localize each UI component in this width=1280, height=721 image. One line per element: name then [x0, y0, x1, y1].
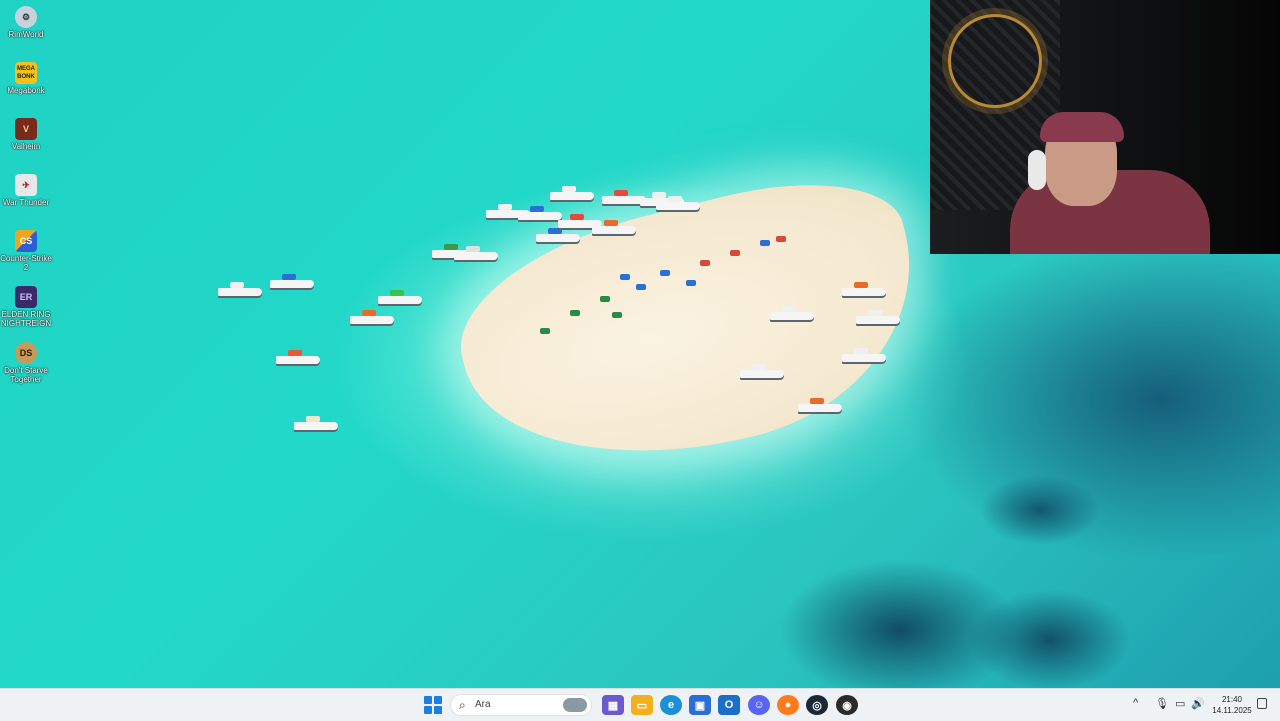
boat — [842, 348, 886, 362]
tapestry-sun-emblem — [948, 14, 1042, 108]
desktop-wallpaper: ⚙ RimWorld MEGA BONK Megabonk V Valheim … — [0, 0, 1280, 688]
edge-icon[interactable]: e — [660, 695, 682, 715]
desktop-icon-label: ELDEN RING NIGHTREIGN — [0, 310, 52, 328]
boat — [842, 282, 886, 296]
outlook-icon[interactable]: O — [718, 695, 740, 715]
desktop-icon-elden-ring-nightreign[interactable]: ER ELDEN RING NIGHTREIGN — [0, 286, 52, 328]
microphone-icon[interactable]: 🎙 — [1155, 697, 1169, 710]
boat — [856, 310, 900, 324]
beach-tent — [776, 236, 786, 242]
beach-tent — [760, 240, 770, 246]
network-icon[interactable]: ▭ — [1175, 697, 1185, 710]
clock-date: 14.11.2025 — [1212, 706, 1252, 715]
desktop-icon-valheim[interactable]: V Valheim — [0, 118, 52, 151]
beach-tent — [540, 328, 550, 334]
boat — [378, 290, 422, 304]
windows-start-icon[interactable] — [424, 696, 442, 714]
headphones — [1028, 150, 1046, 190]
taskbar: ⌕ Ara ▦ ▭ e ▣ O ☺ ● ◎ ◉ ^ 🎙 ▭ 🔊 21:40 14… — [0, 688, 1280, 721]
boat — [270, 274, 314, 288]
boat — [798, 398, 842, 412]
news-widget-icon[interactable]: ▦ — [602, 695, 624, 715]
webcam-overlay — [930, 0, 1280, 254]
desktop-icon-label: Don't Starve Together — [4, 366, 48, 384]
beach-tent — [636, 284, 646, 290]
boat — [276, 350, 320, 364]
beach-tent — [660, 270, 670, 276]
boat — [454, 246, 498, 260]
megabonk-icon: MEGA BONK — [15, 62, 37, 84]
rimworld-icon: ⚙ — [15, 6, 37, 28]
clock-time: 21:40 — [1221, 695, 1243, 704]
boat — [656, 196, 700, 210]
boat — [294, 416, 338, 430]
search-placeholder: Ara — [475, 699, 491, 710]
boat — [770, 306, 814, 320]
counter-strike-2-icon: CS — [15, 230, 37, 252]
beach-tent — [620, 274, 630, 280]
dont-starve-together-icon: DS — [15, 342, 37, 364]
beach-tent — [700, 260, 710, 266]
desktop-icon-label: Megabonk — [7, 86, 45, 95]
search-highlight-icon — [563, 698, 587, 712]
boat — [740, 364, 784, 378]
firefox-icon[interactable]: ● — [777, 695, 799, 715]
desktop-icon-label: Valheim — [11, 142, 41, 151]
search-icon: ⌕ — [459, 698, 466, 712]
file-explorer-icon[interactable]: ▭ — [631, 695, 653, 715]
beach-tent — [570, 310, 580, 316]
war-thunder-icon: ✈ — [15, 174, 37, 196]
beach-tent — [730, 250, 740, 256]
steam-icon[interactable]: ◎ — [806, 695, 828, 715]
microsoft-store-icon[interactable]: ▣ — [689, 695, 711, 715]
boat — [218, 282, 262, 296]
desktop-icon-megabonk[interactable]: MEGA BONK Megabonk — [0, 62, 52, 95]
desktop-icon-counter-strike-2[interactable]: CS Counter-Strike 2 — [0, 230, 52, 272]
boat — [350, 310, 394, 324]
volume-icon[interactable]: 🔊 — [1191, 697, 1205, 710]
beach-tent — [600, 296, 610, 302]
recording-app-icon[interactable]: ◉ — [836, 695, 858, 715]
show-hidden-icons-chevron[interactable]: ^ — [1133, 697, 1138, 709]
desktop-icon-label: RimWorld — [8, 30, 44, 39]
search-box[interactable]: ⌕ Ara — [450, 694, 592, 716]
discord-icon[interactable]: ☺ — [748, 695, 770, 715]
boat — [550, 186, 594, 200]
elden-ring-nightreign-icon: ER — [15, 286, 37, 308]
beach-tent — [612, 312, 622, 318]
desktop-icon-dont-starve-together[interactable]: DS Don't Starve Together — [0, 342, 52, 384]
valheim-icon: V — [15, 118, 37, 140]
streamer-cap — [1040, 112, 1124, 142]
clock[interactable]: 21:40 14.11.2025 — [1208, 694, 1256, 716]
beach-tent — [686, 280, 696, 286]
boat — [518, 206, 562, 220]
desktop-icon-label: War Thunder — [2, 198, 50, 207]
desktop-icon-war-thunder[interactable]: ✈ War Thunder — [0, 174, 52, 207]
boat — [592, 220, 636, 234]
desktop-icon-label: Counter-Strike 2 — [0, 254, 52, 272]
desktop-icon-rimworld[interactable]: ⚙ RimWorld — [0, 6, 52, 39]
boat — [536, 228, 580, 242]
notification-icon[interactable] — [1257, 698, 1267, 709]
